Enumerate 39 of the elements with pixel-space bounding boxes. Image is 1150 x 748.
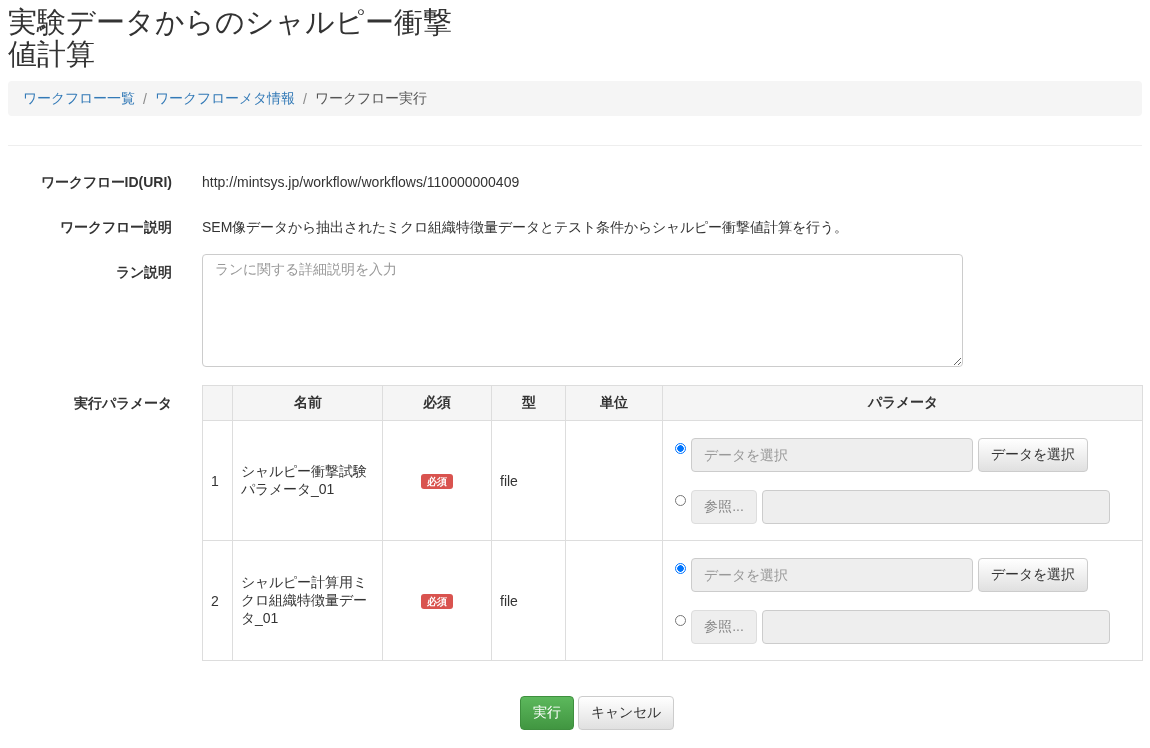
table-cell: シャルピー計算用ミクロ組織特徴量データ_01: [232, 540, 383, 661]
breadcrumb-current: ワークフロー実行: [314, 89, 427, 108]
radio-button[interactable]: [675, 442, 686, 454]
column-header: 単位: [565, 385, 663, 421]
field-label: 実行パラメータ: [73, 394, 173, 413]
radio-button[interactable]: [675, 562, 686, 574]
select-data-button[interactable]: データを選択: [978, 557, 1088, 592]
browse-button[interactable]: 参照...: [691, 489, 757, 524]
breadcrumb-link[interactable]: ワークフロー一覧: [23, 89, 135, 108]
data-field[interactable]: データを選択: [691, 437, 973, 472]
table-cell: シャルピー衝撃試験パラメータ_01: [232, 420, 383, 541]
table-cell: 1: [202, 420, 233, 541]
cancel-button[interactable]: キャンセル: [578, 696, 674, 730]
header-cell: [202, 385, 233, 421]
run-button[interactable]: 実行: [520, 696, 574, 730]
breadcrumb-separator: /: [301, 90, 308, 107]
required-badge: 必須: [421, 594, 453, 609]
file-field[interactable]: [762, 609, 1110, 644]
table-cell: file: [491, 420, 566, 541]
description-field[interactable]: ランに関する詳細説明を入力: [202, 254, 963, 367]
field-value: http://mintsys.jp/workflow/workflows/110000000409: [202, 174, 521, 192]
column-header: 型: [491, 385, 566, 421]
browse-button[interactable]: 参照...: [691, 609, 757, 644]
data-field[interactable]: データを選択: [691, 557, 973, 592]
field-label: ラン説明: [115, 263, 173, 282]
table-cell: 2: [202, 540, 233, 661]
field-label: ワークフローID(URI): [39, 173, 173, 192]
file-field[interactable]: [762, 489, 1110, 524]
select-data-button[interactable]: データを選択: [978, 437, 1088, 472]
column-header: パラメータ: [662, 385, 1143, 421]
column-header: 名前: [232, 385, 383, 421]
table-cell: file: [491, 540, 566, 661]
breadcrumb-link[interactable]: ワークフローメタ情報: [154, 89, 295, 108]
column-header: 必須: [382, 385, 492, 421]
breadcrumb-separator: /: [142, 90, 148, 107]
page-title: 実験データからのシャルピー衝撃値計算: [8, 6, 453, 70]
field-value: SEM像データから抽出されたミクロ組織特徴量データとテスト条件からシャルピー衝撃値計算を行う。: [202, 219, 850, 237]
field-label: ワークフロー説明: [59, 218, 173, 237]
required-badge: 必須: [421, 474, 453, 489]
